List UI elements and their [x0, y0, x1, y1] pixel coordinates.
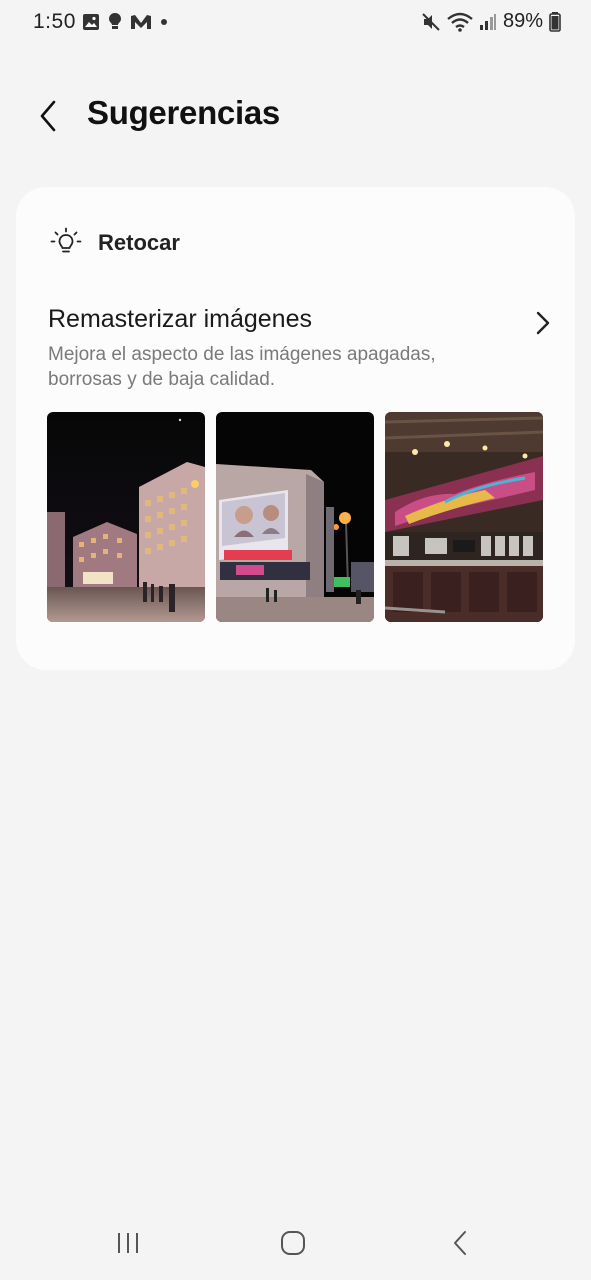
status-right: 89% [421, 10, 561, 33]
page-title: Sugerencias [87, 94, 280, 131]
status-bar: 1:50 89% [0, 0, 591, 44]
battery-icon [549, 11, 561, 32]
section-title: Retocar [98, 230, 180, 255]
gallery-icon [83, 14, 99, 30]
nav-back-icon [454, 1231, 466, 1255]
back-button[interactable] [28, 94, 68, 138]
recent-apps-button[interactable] [103, 1228, 153, 1258]
screen: 1:50 89% Sugerencias Retocar Remasteriza… [0, 0, 591, 1280]
dot-icon [161, 19, 167, 25]
notification-icons [82, 12, 168, 32]
status-time: 1:50 [33, 10, 76, 33]
item-description: Mejora el aspecto de las imágenes apagad… [48, 344, 436, 390]
thumbnail-strip [47, 412, 543, 622]
item-title: Remasterizar imágenes [48, 305, 312, 333]
nav-back-button[interactable] [435, 1228, 485, 1258]
thumbnail-cinema-billboard[interactable] [216, 412, 374, 622]
section-header: Retocar [50, 227, 180, 259]
recent-apps-icon [118, 1233, 138, 1253]
thumbnail-bar-interior[interactable] [385, 412, 543, 622]
app-header: Sugerencias [0, 80, 591, 152]
home-icon [281, 1231, 305, 1255]
wifi-icon [447, 12, 473, 32]
remaster-images-item[interactable]: Remasterizar imágenes Mejora el aspecto … [48, 305, 550, 392]
back-arrow-icon [40, 100, 56, 132]
home-button[interactable] [268, 1228, 318, 1258]
m-app-icon [131, 15, 151, 29]
thumbnail-night-square[interactable] [47, 412, 205, 622]
lightbulb-notification-icon [109, 13, 121, 29]
chevron-right-icon [536, 311, 550, 335]
signal-icon [479, 13, 496, 30]
mute-icon [422, 12, 440, 31]
battery-level: 89% [502, 10, 543, 32]
navigation-bar [0, 1200, 591, 1280]
lightbulb-icon [50, 227, 82, 253]
suggestions-card: Retocar Remasterizar imágenes Mejora el … [16, 187, 575, 670]
